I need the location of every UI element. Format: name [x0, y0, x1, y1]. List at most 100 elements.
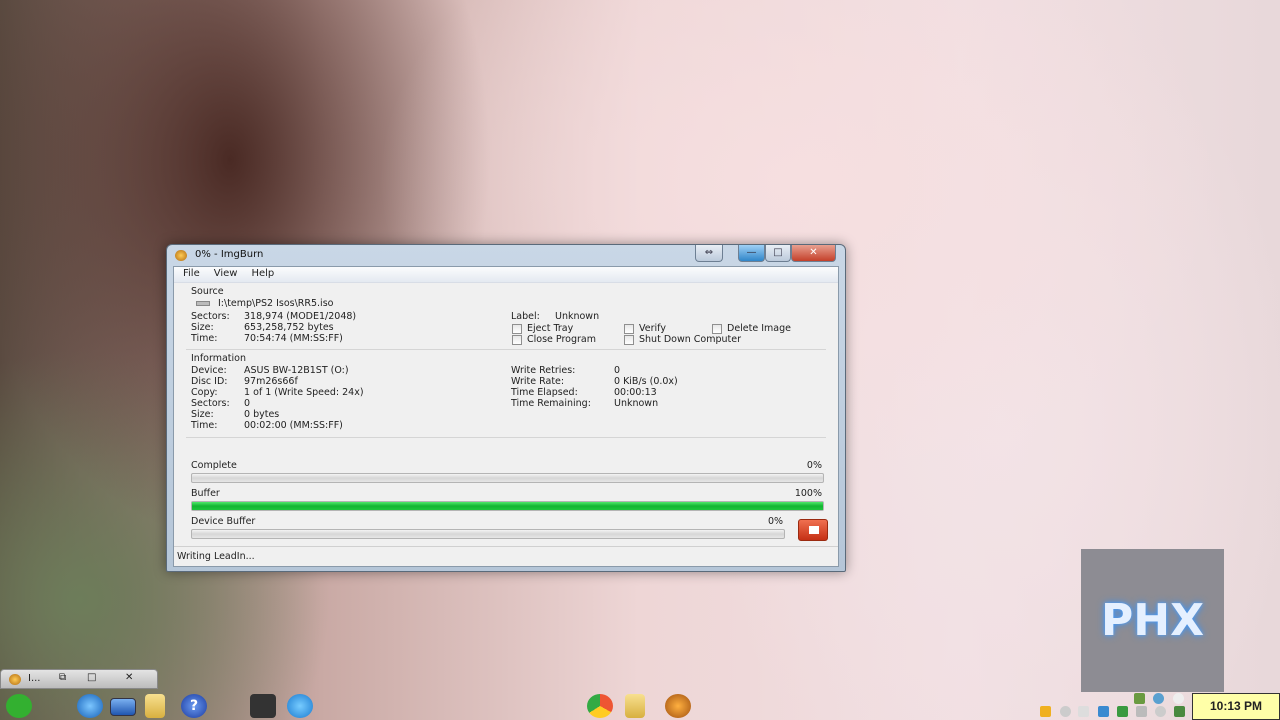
window-title: 0% - ImgBurn — [195, 249, 264, 260]
info-time-value: 00:02:00 (MM:SS:FF) — [244, 420, 343, 431]
device-buffer-percent: 0% — [768, 516, 784, 527]
time-remaining-label: Time Remaining: — [511, 398, 591, 409]
restore-resize-button[interactable]: ⇔ — [695, 245, 723, 262]
source-path: I:\temp\PS2 Isos\RR5.iso — [218, 298, 334, 309]
window-content: File View Help Source I:\temp\PS2 Isos\R… — [173, 266, 839, 567]
volume-icon[interactable] — [1155, 706, 1166, 717]
verify-label: Verify — [639, 323, 666, 334]
network-icon[interactable] — [1098, 706, 1109, 717]
status-text: Writing LeadIn... — [177, 551, 255, 562]
tray-icon[interactable] — [1173, 693, 1184, 704]
disc-id-value: 97m26s66f — [244, 376, 298, 387]
start-orb-icon[interactable] — [6, 694, 32, 718]
info-size-label: Size: — [191, 409, 214, 420]
shut-down-computer-checkbox[interactable] — [624, 335, 634, 345]
imgburn-app-icon — [175, 250, 187, 261]
imgburn-taskbar-icon[interactable] — [665, 694, 691, 718]
source-sectors-value: 318,974 (MODE1/2048) — [244, 311, 357, 322]
tray-icon[interactable] — [1040, 706, 1051, 717]
disc-id-label: Disc ID: — [191, 376, 228, 387]
menu-help[interactable]: Help — [244, 267, 281, 282]
tray-icon[interactable] — [1134, 693, 1145, 704]
delete-image-label: Delete Image — [727, 323, 791, 334]
complete-label: Complete — [191, 460, 237, 471]
chrome-icon[interactable] — [587, 694, 613, 718]
help-icon[interactable]: ? — [181, 694, 207, 718]
info-size-value: 0 bytes — [244, 409, 280, 420]
time-elapsed-value: 00:00:13 — [614, 387, 657, 398]
security-icon[interactable] — [1174, 706, 1185, 717]
write-rate-label: Write Rate: — [511, 376, 565, 387]
eject-tray-checkbox[interactable] — [512, 324, 522, 334]
menu-bar: File View Help — [174, 267, 838, 283]
power-icon[interactable] — [1060, 706, 1071, 717]
buffer-progress-bar — [191, 501, 824, 511]
source-sectors-label: Sectors: — [191, 311, 230, 322]
stop-button[interactable] — [798, 519, 828, 541]
close-program-checkbox[interactable] — [512, 335, 522, 345]
maximize-button[interactable]: □ — [765, 245, 791, 262]
info-sectors-value: 0 — [244, 398, 251, 409]
complete-progress-bar — [191, 473, 824, 483]
buffer-percent: 100% — [794, 488, 822, 499]
title-bar[interactable]: 0% - ImgBurn ⇔ — □ ✕ — [167, 245, 845, 266]
write-rate-value: 0 KiB/s (0.0x) — [614, 376, 678, 387]
copy-value: 1 of 1 (Write Speed: 24x) — [244, 387, 364, 398]
label-key: Label: — [511, 311, 540, 322]
folder-icon[interactable] — [625, 694, 645, 718]
restore-icon[interactable]: ⧉ — [59, 672, 66, 683]
minimized-window-label: I... — [28, 673, 41, 684]
browser-icon[interactable] — [287, 694, 313, 718]
tray-icon[interactable] — [1153, 693, 1164, 704]
close-program-label: Close Program — [527, 334, 596, 345]
eject-tray-label: Eject Tray — [527, 323, 574, 334]
verify-checkbox[interactable] — [624, 324, 634, 334]
internet-explorer-icon[interactable] — [77, 694, 103, 718]
buffer-progress-fill — [192, 502, 823, 510]
drive-icon — [196, 301, 210, 306]
information-heading: Information — [191, 353, 246, 364]
imgburn-app-icon — [9, 674, 21, 685]
buffer-label: Buffer — [191, 488, 220, 499]
source-time-value: 70:54:74 (MM:SS:FF) — [244, 333, 343, 344]
device-value: ASUS BW-12B1ST (O:) — [244, 365, 349, 376]
info-sectors-label: Sectors: — [191, 398, 230, 409]
divider — [186, 437, 826, 438]
info-time-label: Time: — [191, 420, 218, 431]
source-time-label: Time: — [191, 333, 218, 344]
write-retries-value: 0 — [614, 365, 621, 376]
label-value: Unknown — [555, 311, 600, 322]
clock[interactable]: 10:13 PM — [1192, 693, 1280, 720]
device-label: Device: — [191, 365, 227, 376]
source-heading: Source — [191, 286, 224, 297]
steam-icon[interactable] — [250, 694, 276, 718]
time-elapsed-label: Time Elapsed: — [511, 387, 578, 398]
source-size-value: 653,258,752 bytes — [244, 322, 334, 333]
signal-icon[interactable] — [1136, 706, 1147, 717]
stop-icon — [809, 526, 819, 534]
complete-percent: 0% — [806, 460, 822, 471]
desktop-icon[interactable] — [110, 698, 136, 716]
time-remaining-value: Unknown — [614, 398, 659, 409]
divider — [186, 349, 826, 350]
phx-logo: PHX — [1081, 549, 1224, 692]
menu-file[interactable]: File — [176, 267, 207, 282]
write-retries-label: Write Retries: — [511, 365, 576, 376]
folder-icon[interactable] — [145, 694, 165, 718]
close-button[interactable]: ✕ — [791, 245, 836, 262]
device-buffer-progress-bar — [191, 529, 785, 539]
minimize-button[interactable]: — — [738, 245, 765, 262]
imgburn-window: 0% - ImgBurn ⇔ — □ ✕ File View Help Sour… — [166, 244, 846, 572]
maximize-icon[interactable]: □ — [87, 672, 96, 683]
flag-icon[interactable] — [1078, 706, 1089, 717]
device-buffer-label: Device Buffer — [191, 516, 256, 527]
close-icon[interactable]: ✕ — [125, 672, 133, 683]
shut-down-computer-label: Shut Down Computer — [639, 334, 741, 345]
sync-icon[interactable] — [1117, 706, 1128, 717]
delete-image-checkbox[interactable] — [712, 324, 722, 334]
copy-label: Copy: — [191, 387, 218, 398]
menu-view[interactable]: View — [207, 267, 245, 282]
source-size-label: Size: — [191, 322, 214, 333]
minimized-window-tab[interactable]: I... ⧉ □ ✕ — [0, 669, 158, 689]
status-bar: Writing LeadIn... — [174, 546, 838, 566]
